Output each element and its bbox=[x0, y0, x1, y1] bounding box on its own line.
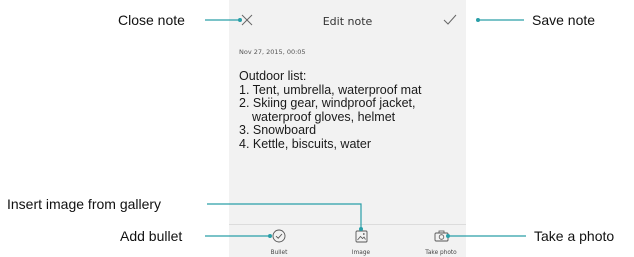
callout-insert-image: Insert image from gallery bbox=[7, 196, 162, 212]
callout-save-note: Save note bbox=[532, 12, 596, 28]
callout-take-photo: Take a photo bbox=[534, 228, 615, 244]
callout-close-note: Close note bbox=[118, 12, 185, 28]
callout-add-bullet: Add bullet bbox=[120, 228, 183, 244]
leader-lines bbox=[205, 18, 526, 238]
